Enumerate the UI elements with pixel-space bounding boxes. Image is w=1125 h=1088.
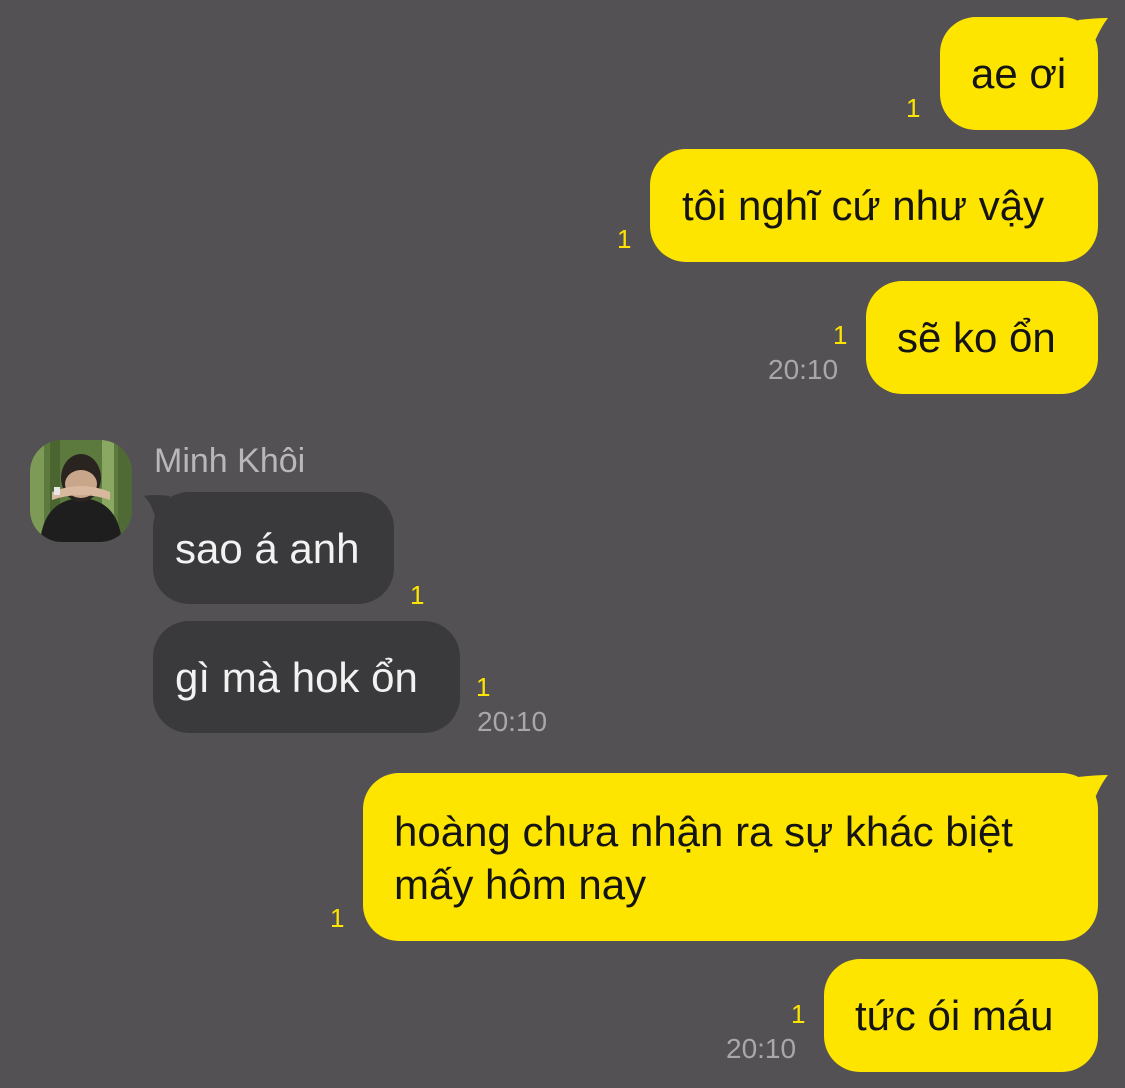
message-timestamp: 20:10 [768,354,839,385]
unread-count: 1 [410,580,425,610]
outgoing-message-bubble[interactable]: hoàng chưa nhận ra sự khác biệt mấy hôm … [363,773,1098,941]
unread-count: 1 [476,672,491,702]
chat-message-list[interactable]: ae ơi 1 tôi nghĩ cứ như vậy 1 sẽ ko ổn 1… [0,0,1125,1088]
outgoing-message-bubble[interactable]: sẽ ko ổn [866,281,1098,394]
unread-count: 1 [330,903,345,933]
outgoing-message-bubble[interactable]: tôi nghĩ cứ như vậy [650,149,1098,262]
contact-avatar[interactable] [30,440,132,542]
sender-name: Minh Khôi [154,442,306,480]
message-timestamp: 20:10 [477,706,548,737]
outgoing-message-bubble[interactable]: tức ói máu [824,959,1098,1072]
message-timestamp: 20:10 [726,1033,797,1064]
unread-count: 1 [906,93,921,123]
outgoing-message-bubble[interactable]: ae ơi [940,17,1098,130]
incoming-message-bubble[interactable]: gì mà hok ổn [153,621,460,733]
incoming-message-bubble[interactable]: sao á anh [153,492,394,604]
profile-photo-icon [30,440,132,542]
unread-count: 1 [791,999,806,1029]
unread-count: 1 [617,224,632,254]
unread-count: 1 [833,320,848,350]
